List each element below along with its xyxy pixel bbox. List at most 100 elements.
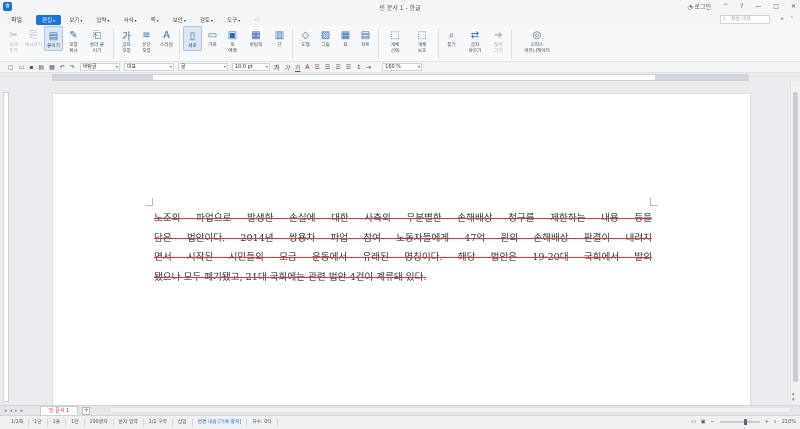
zoom-slider-knob[interactable] [743,419,747,425]
menu-tools-label: 도구 [226,17,238,24]
scrollbar-thumb[interactable] [793,92,798,382]
menu-page[interactable]: 쪽▾ [145,15,165,25]
menu-insert[interactable]: 입력▾ [90,15,115,25]
replace-button[interactable]: ⇄ 글자 바꾸기 [462,26,488,54]
tab-nav-arrows[interactable]: ◂◂▸▸ [4,408,26,414]
view-normal-icon[interactable]: ▭ [691,419,696,425]
print-icon[interactable]: ▤ [38,64,44,71]
align-center-icon[interactable]: ☰ [335,64,340,71]
horizontal-scrollbar[interactable] [110,407,790,413]
menu-file[interactable]: 파일 [11,15,22,24]
chart-button[interactable]: ▤ 차트 [356,26,375,49]
menu-security[interactable]: 보안▾ [167,15,192,25]
preview-icon[interactable]: ▦ [49,64,55,71]
vertical-ruler[interactable] [3,92,9,402]
para-shape-button[interactable]: ≡ 문단 모양 [137,26,156,54]
font-size-input[interactable]: 10.0 pt ▾ [231,63,270,71]
object-select-button[interactable]: ⬚ 개체 선택 [382,26,408,54]
menu-view[interactable]: 보기▾ [63,15,88,25]
style-select-value: 바탕글 [82,64,97,70]
font-select[interactable]: 굴 ▾ [177,63,228,71]
find-label: 찾기 [447,43,456,48]
undo-icon[interactable]: ↶ [60,64,65,71]
table-button[interactable]: ▦ 표 [336,26,355,49]
font-color-icon[interactable]: A [305,64,309,71]
landscape-button[interactable]: ▭ 가로 [203,26,222,49]
document-page[interactable]: 노조의 파업으로 발생한 손실에 대한 사측의 무분별한 손해배상 청구를 제한… [53,94,750,414]
paste-special-button[interactable]: ⎗ 골라 붙 이기 [84,26,110,54]
cut-button[interactable]: ✂ 오려 두기 [4,26,23,54]
paste-button[interactable]: ▤ 붙이기 [44,26,63,51]
zoom-select[interactable]: 160 % ▾ [382,63,423,71]
open-folder-icon[interactable]: ▭ [19,64,25,71]
search-icon: ⌕ [723,16,726,22]
char-shape-button[interactable]: 가 글자 모양 [117,26,136,54]
view-web-icon[interactable]: ▣ [701,419,706,425]
align-right-icon[interactable]: ☰ [346,64,351,71]
status-input-mode[interactable]: 문자 입력 [114,419,144,426]
underline-button[interactable]: 가 [295,63,301,72]
zoom-slider[interactable] [719,419,760,425]
quick-access-icon[interactable]: ◁ [248,16,264,24]
status-insert-mode[interactable]: 삽입 [173,419,193,426]
search-input[interactable]: ⌕ 찾을 내용 [720,15,770,24]
help-icon[interactable]: ? [740,3,743,10]
format-copy-button[interactable]: ✎ 모양 복사 [64,26,83,54]
office-communicator-label: 오피스 커뮤니케이터 [524,43,550,54]
language-select[interactable]: 대표 ▾ [123,63,174,71]
save-icon[interactable]: ▪ [29,64,33,71]
document-body[interactable]: 노조의 파업으로 발생한 손실에 대한 사측의 무분별한 손해배상 청구를 제한… [154,209,652,287]
menu-review[interactable]: 검토▾ [194,15,219,25]
office-communicator-button[interactable]: ◎ 오피스 커뮤니케이터 [515,26,559,54]
zoom-out-icon[interactable]: − [710,419,714,425]
style-button[interactable]: A 스타일 [157,26,176,49]
portrait-button[interactable]: ▯ 세로 [183,26,202,51]
goto-button[interactable]: ➔ 찾아 가기 [489,26,508,54]
ribbon-toggle-icon[interactable]: ⌃ [723,3,728,10]
minimize-icon[interactable]: — [755,3,761,10]
find-button[interactable]: ⌕ 찾기 [442,26,461,49]
picture-button[interactable]: ▨ 그림 [316,26,335,49]
indent-icon[interactable]: ⇥ [366,64,371,71]
italic-button[interactable]: 가 [284,63,290,72]
tab-document-1[interactable]: 빈 문서 1 [40,406,79,415]
page-margin-icon: ▣ [227,30,238,41]
login-button[interactable]: ◔ 로그인 [687,2,711,11]
copy-button[interactable]: ⎘ 복사하기 [24,26,43,49]
maximize-icon[interactable]: □ [773,3,779,10]
columns-button[interactable]: ▥ 단 [270,26,289,49]
menu-tools[interactable]: 도구▾ [221,15,246,25]
shape-button[interactable]: ◇ 도형 [296,26,315,49]
align-left-icon[interactable]: ☰ [325,64,330,71]
add-tab-button[interactable]: + [82,406,91,415]
close-icon[interactable]: ✕ [791,3,796,10]
align-justify-icon[interactable]: ☰ [315,64,320,71]
vertical-scrollbar[interactable]: ▴ ▾ [790,82,800,405]
ribbon-collapse-icon[interactable]: ⌃ [790,16,794,22]
bold-button[interactable]: 가 [274,63,280,72]
status-track-changes[interactable]: 변경 내용 [기록 중지] [193,419,248,426]
menu-format[interactable]: 서식▾ [117,15,142,25]
chevron-down-icon: ▾ [156,17,159,23]
line-spacing-icon[interactable]: ↕ [356,64,361,71]
paste-special-icon: ⎗ [93,30,101,41]
document-canvas[interactable]: 노조의 파업으로 발생한 손실에 대한 사측의 무분별한 손해배상 청구를 제한… [12,82,790,414]
horizontal-ruler[interactable] [0,73,800,82]
shape-label: 도형 [301,43,310,48]
redo-icon[interactable]: ↷ [70,64,75,71]
new-doc-icon[interactable]: ▢ [8,64,14,71]
zoom-level[interactable]: 210% [782,419,796,425]
master-page-button[interactable]: ▦ 바탕쪽 [243,26,269,49]
communicator-icon: ◎ [532,30,542,41]
page-nav-arrows[interactable]: ▴ ▾ [792,391,795,403]
page-margin-button[interactable]: ▣ 쪽 여백 [223,26,242,54]
font-size-value: 10.0 [234,64,246,70]
style-select[interactable]: 바탕글 ▾ [79,63,120,71]
menu-edit[interactable]: 편집▾ [36,14,62,25]
style-icon: A [163,30,170,41]
chart-label: 차트 [361,43,370,48]
hancom-logo-icon[interactable]: ㅎ [3,2,12,11]
object-protect-button[interactable]: ⬚ 개체 보호 [409,26,435,54]
search-next-icon[interactable]: ▸ [781,16,784,22]
zoom-in-icon[interactable]: + [765,419,769,425]
